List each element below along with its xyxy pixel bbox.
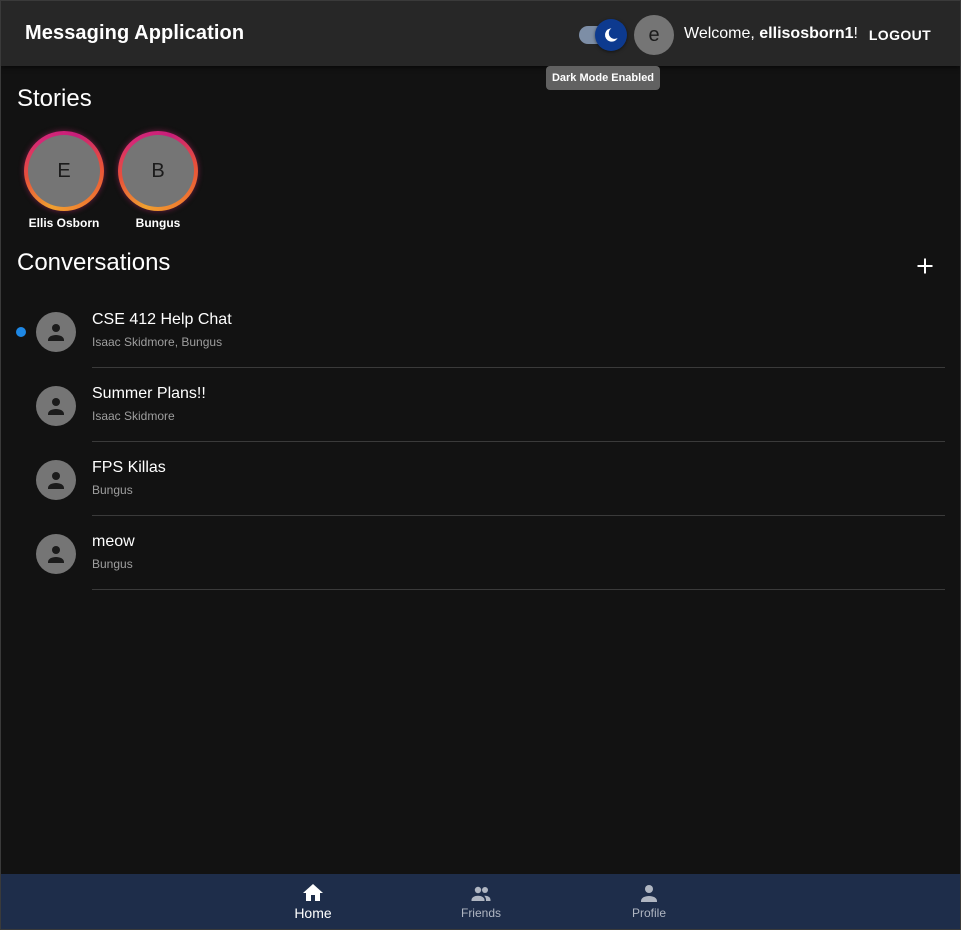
bottom-navigation: Home Friends Profile xyxy=(1,874,960,929)
welcome-text: Welcome, ellisosborn1! xyxy=(684,25,858,43)
username: ellisosborn1 xyxy=(759,25,854,42)
conversation-avatar xyxy=(36,386,76,426)
nav-friends-label: Friends xyxy=(460,906,501,920)
person-icon xyxy=(48,324,64,341)
conversation-title: meow xyxy=(92,533,135,550)
story-name: Ellis Osborn xyxy=(28,216,100,230)
person-icon xyxy=(641,885,657,902)
conversation-avatar xyxy=(36,312,76,352)
app-window: Messaging Application e Welcome, ellisos… xyxy=(0,0,961,930)
nav-friends[interactable]: Friends xyxy=(426,874,536,929)
home-icon xyxy=(303,884,323,901)
conversation-item[interactable]: Summer Plans!! Isaac Skidmore xyxy=(1,368,960,442)
add-conversation-button[interactable] xyxy=(909,250,941,282)
moon-icon xyxy=(605,28,618,42)
conversation-avatar xyxy=(36,534,76,574)
conversation-members: Isaac Skidmore, Bungus xyxy=(92,335,223,349)
conversation-members: Bungus xyxy=(92,557,133,571)
person-icon xyxy=(48,398,64,415)
story-name: Bungus xyxy=(135,216,181,230)
story-ring[interactable]: E xyxy=(24,131,104,211)
story-item[interactable]: B Bungus xyxy=(113,131,203,230)
people-icon xyxy=(471,886,491,901)
dark-mode-toggle[interactable] xyxy=(577,19,629,51)
toggle-thumb[interactable] xyxy=(595,19,627,51)
story-ring[interactable]: B xyxy=(118,131,198,211)
conversation-item[interactable]: CSE 412 Help Chat Isaac Skidmore, Bungus xyxy=(1,294,960,368)
conversation-title: FPS Killas xyxy=(92,459,166,476)
logout-button[interactable]: LOGOUT xyxy=(865,19,935,51)
conversation-members: Bungus xyxy=(92,483,133,497)
story-item[interactable]: E Ellis Osborn xyxy=(19,131,109,230)
conversation-title: CSE 412 Help Chat xyxy=(92,311,232,328)
welcome-prefix: Welcome, xyxy=(684,25,760,42)
divider xyxy=(92,589,945,590)
nav-profile[interactable]: Profile xyxy=(594,874,704,929)
nav-home[interactable]: Home xyxy=(258,874,368,929)
app-bar: Messaging Application e Welcome, ellisos… xyxy=(1,1,960,66)
nav-home-label: Home xyxy=(294,905,332,921)
person-icon xyxy=(48,546,64,563)
app-title: Messaging Application xyxy=(25,22,245,44)
nav-profile-label: Profile xyxy=(631,906,666,920)
stories-heading: Stories xyxy=(17,85,92,112)
conversation-avatar xyxy=(36,460,76,500)
conversation-members: Isaac Skidmore xyxy=(92,409,175,423)
story-avatar[interactable]: E xyxy=(28,135,100,207)
user-avatar[interactable]: e xyxy=(634,15,674,55)
welcome-suffix: ! xyxy=(853,25,858,42)
conversation-item[interactable]: FPS Killas Bungus xyxy=(1,442,960,516)
plus-icon xyxy=(917,258,933,274)
conversation-title: Summer Plans!! xyxy=(92,385,206,402)
unread-indicator xyxy=(16,327,26,337)
dark-mode-tooltip: Dark Mode Enabled xyxy=(546,66,660,90)
conversation-item[interactable]: meow Bungus xyxy=(1,516,960,590)
story-avatar[interactable]: B xyxy=(122,135,194,207)
conversations-heading: Conversations xyxy=(17,249,171,276)
person-icon xyxy=(48,472,64,489)
